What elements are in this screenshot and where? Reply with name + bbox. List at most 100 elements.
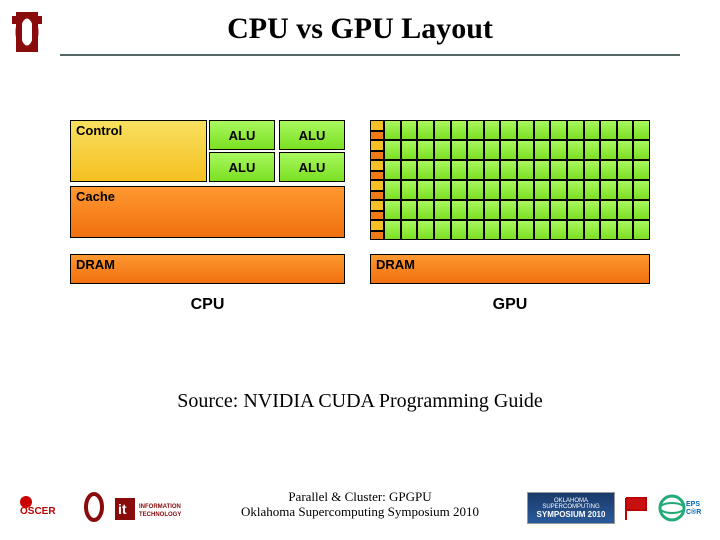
- gpu-alu: [384, 220, 401, 240]
- cpu-alu: ALU: [209, 152, 275, 182]
- gpu-alu: [417, 140, 434, 160]
- gpu-alu: [600, 120, 617, 140]
- gpu-dram: DRAM: [370, 254, 650, 284]
- gpu-sm-row: [370, 120, 650, 140]
- gpu-alu: [550, 120, 567, 140]
- gpu-alu: [567, 180, 584, 200]
- gpu-sm-row: [370, 160, 650, 180]
- gpu-cache-unit: [370, 191, 384, 200]
- cpu-alu: ALU: [279, 152, 345, 182]
- gpu-alu-array: [384, 220, 650, 240]
- cpu-dram: DRAM: [70, 254, 345, 284]
- gpu-control-unit: [370, 140, 384, 151]
- gpu-alu: [517, 120, 534, 140]
- gpu-alu-array: [384, 160, 650, 180]
- gpu-alu: [617, 220, 634, 240]
- gpu-alu: [417, 180, 434, 200]
- gpu-alu: [617, 120, 634, 140]
- gpu-control-unit: [370, 160, 384, 171]
- gpu-alu: [467, 180, 484, 200]
- gpu-alu: [467, 200, 484, 220]
- gpu-alu: [517, 160, 534, 180]
- gpu-alu: [517, 220, 534, 240]
- gpu-alu: [567, 160, 584, 180]
- gpu-alu: [467, 120, 484, 140]
- gpu-alu: [484, 180, 501, 200]
- gpu-alu: [434, 140, 451, 160]
- gpu-alu: [451, 220, 468, 240]
- title-divider: [60, 54, 680, 56]
- gpu-alu: [617, 160, 634, 180]
- gpu-alu: [401, 140, 418, 160]
- gpu-alu: [500, 160, 517, 180]
- gpu-alu: [500, 120, 517, 140]
- gpu-alu: [633, 200, 650, 220]
- gpu-alu: [567, 200, 584, 220]
- gpu-alu: [633, 220, 650, 240]
- gpu-alu: [451, 180, 468, 200]
- gpu-alu: [401, 180, 418, 200]
- gpu-alu: [451, 160, 468, 180]
- gpu-alu: [600, 200, 617, 220]
- gpu-control-unit: [370, 200, 384, 211]
- gpu-alu: [451, 140, 468, 160]
- gpu-alu: [567, 140, 584, 160]
- gpu-alu: [550, 160, 567, 180]
- gpu-alu: [550, 220, 567, 240]
- gpu-alu: [500, 140, 517, 160]
- gpu-alu: [384, 120, 401, 140]
- gpu-alu: [484, 120, 501, 140]
- gpu-sm-row: [370, 200, 650, 220]
- source-attribution: Source: NVIDIA CUDA Programming Guide: [0, 390, 720, 413]
- gpu-alu: [550, 200, 567, 220]
- gpu-alu: [534, 180, 551, 200]
- slide: CPU vs GPU Layout Control ALU ALU ALU AL…: [0, 0, 720, 540]
- gpu-label: GPU: [370, 296, 650, 314]
- ou-logo: [10, 10, 44, 58]
- gpu-alu: [534, 160, 551, 180]
- gpu-alu-array: [384, 180, 650, 200]
- gpu-cache-unit: [370, 131, 384, 140]
- footer-line-1: Parallel & Cluster: GPGPU: [288, 489, 431, 504]
- gpu-sm-row: [370, 220, 650, 240]
- gpu-alu: [467, 160, 484, 180]
- gpu-alu: [617, 200, 634, 220]
- gpu-alu: [633, 180, 650, 200]
- gpu-alu: [550, 140, 567, 160]
- gpu-alu: [434, 200, 451, 220]
- footer: OSCER itINFORMATIONTECHNOLOGY OKLAHOMA S…: [0, 468, 720, 528]
- footer-text: Parallel & Cluster: GPGPU Oklahoma Super…: [0, 489, 720, 520]
- gpu-alu: [600, 220, 617, 240]
- gpu-cache-unit: [370, 171, 384, 180]
- gpu-alu: [451, 200, 468, 220]
- gpu-alu: [584, 220, 601, 240]
- gpu-cache-unit: [370, 151, 384, 160]
- gpu-control-unit: [370, 120, 384, 131]
- gpu-alu: [567, 220, 584, 240]
- gpu-alu: [584, 140, 601, 160]
- gpu-alu: [467, 220, 484, 240]
- gpu-alu: [534, 200, 551, 220]
- gpu-alu: [434, 220, 451, 240]
- gpu-alu: [384, 160, 401, 180]
- gpu-alu: [534, 140, 551, 160]
- gpu-alu: [633, 120, 650, 140]
- gpu-alu: [633, 140, 650, 160]
- cpu-alu: ALU: [279, 120, 345, 150]
- gpu-alu-array: [384, 120, 650, 140]
- cpu-cache: Cache: [70, 186, 345, 238]
- gpu-alu: [617, 180, 634, 200]
- gpu-cache-unit: [370, 211, 384, 220]
- gpu-alu: [633, 160, 650, 180]
- gpu-alu: [434, 160, 451, 180]
- gpu-alu: [417, 160, 434, 180]
- gpu-alu: [401, 120, 418, 140]
- footer-line-2: Oklahoma Supercomputing Symposium 2010: [241, 504, 479, 519]
- gpu-alu: [401, 160, 418, 180]
- gpu-alu: [600, 140, 617, 160]
- cpu-alu: ALU: [209, 120, 275, 150]
- gpu-alu: [600, 180, 617, 200]
- gpu-alu: [484, 160, 501, 180]
- gpu-alu: [417, 200, 434, 220]
- gpu-alu: [434, 120, 451, 140]
